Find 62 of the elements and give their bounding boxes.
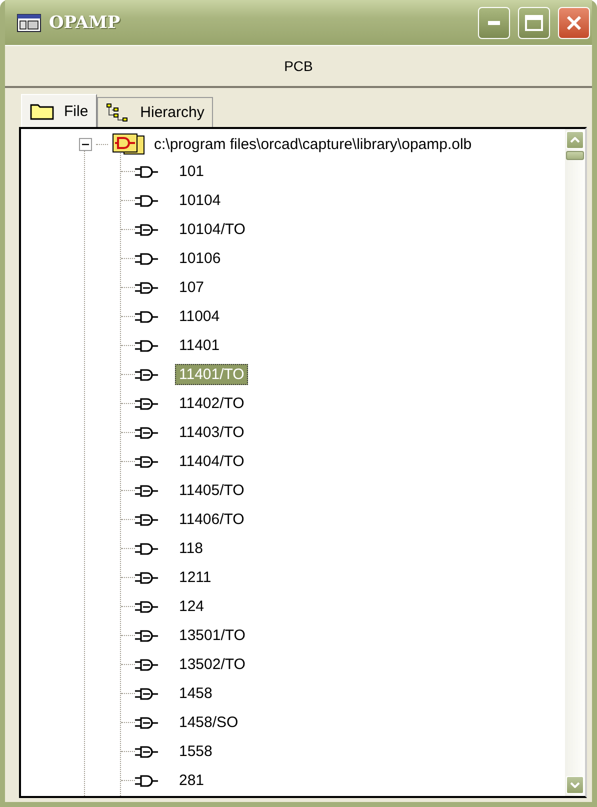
gate-icon: [135, 512, 161, 526]
part-item[interactable]: 11405/TO: [175, 480, 248, 501]
window-title: OPAMP: [49, 12, 122, 32]
gate-icon: [135, 716, 161, 730]
hierarchy-icon: [106, 102, 130, 122]
gate-icon: [135, 600, 161, 614]
gate-icon: [135, 194, 161, 208]
collapse-toggle[interactable]: [79, 138, 92, 150]
gate-icon: [135, 338, 161, 352]
part-item[interactable]: 281: [175, 770, 208, 791]
close-icon: [566, 14, 582, 30]
part-item[interactable]: 11403/TO: [175, 422, 248, 443]
part-item[interactable]: 11404/TO: [175, 451, 248, 472]
gate-icon: [135, 368, 161, 382]
part-item[interactable]: 118: [175, 538, 207, 559]
gate-icon: [135, 310, 161, 324]
part-item[interactable]: 13502/TO: [175, 654, 250, 675]
gate-icon: [135, 426, 161, 440]
library-icon: [112, 133, 146, 155]
part-item[interactable]: 10104: [175, 190, 225, 211]
scroll-up-button[interactable]: [566, 131, 584, 149]
part-item[interactable]: 13501/TO: [175, 625, 250, 646]
folder-icon: [30, 102, 54, 120]
part-item[interactable]: 101: [175, 161, 208, 182]
part-item[interactable]: 1458: [175, 683, 216, 704]
gate-icon: [135, 542, 161, 556]
gate-icon: [135, 252, 161, 266]
app-icon: [17, 14, 41, 32]
gate-icon: [135, 570, 161, 584]
gate-icon: [135, 222, 161, 236]
gate-icon: [135, 454, 161, 468]
gate-icon: [135, 484, 161, 498]
part-item[interactable]: 11406/TO: [175, 509, 248, 530]
maximize-icon: [525, 14, 543, 30]
part-item[interactable]: 124: [175, 596, 208, 617]
part-item[interactable]: 1458/SO: [175, 712, 242, 733]
library-path[interactable]: c:\program files\orcad\capture\library\opamp.olb: [154, 136, 472, 152]
part-item[interactable]: 10104/TO: [175, 219, 250, 240]
part-item[interactable]: 1558: [175, 741, 216, 762]
gate-icon: [135, 280, 161, 294]
part-item[interactable]: 10106: [175, 248, 225, 269]
minimize-icon: [488, 20, 500, 24]
gate-icon: [135, 744, 161, 758]
maximize-button[interactable]: [518, 6, 550, 38]
part-item[interactable]: 107: [175, 277, 208, 298]
tab[interactable]: File: [21, 94, 98, 127]
part-item[interactable]: 1211: [175, 567, 216, 588]
gate-icon: [135, 774, 161, 788]
part-item[interactable]: 11004: [175, 306, 224, 327]
header-label: PCB: [284, 58, 313, 74]
part-item[interactable]: 11402/TO: [175, 393, 248, 414]
part-item[interactable]: 11401: [175, 335, 224, 356]
gate-icon: [135, 658, 161, 672]
tab[interactable]: Hierarchy: [97, 97, 214, 127]
gate-icon: [135, 628, 161, 642]
gate-icon: [135, 396, 161, 410]
scroll-down-button[interactable]: [566, 776, 584, 794]
gate-icon: [135, 686, 161, 700]
gate-icon: [135, 164, 161, 178]
minimize-button[interactable]: [478, 6, 510, 38]
scroll-thumb[interactable]: [566, 151, 584, 160]
close-button[interactable]: [558, 6, 590, 38]
